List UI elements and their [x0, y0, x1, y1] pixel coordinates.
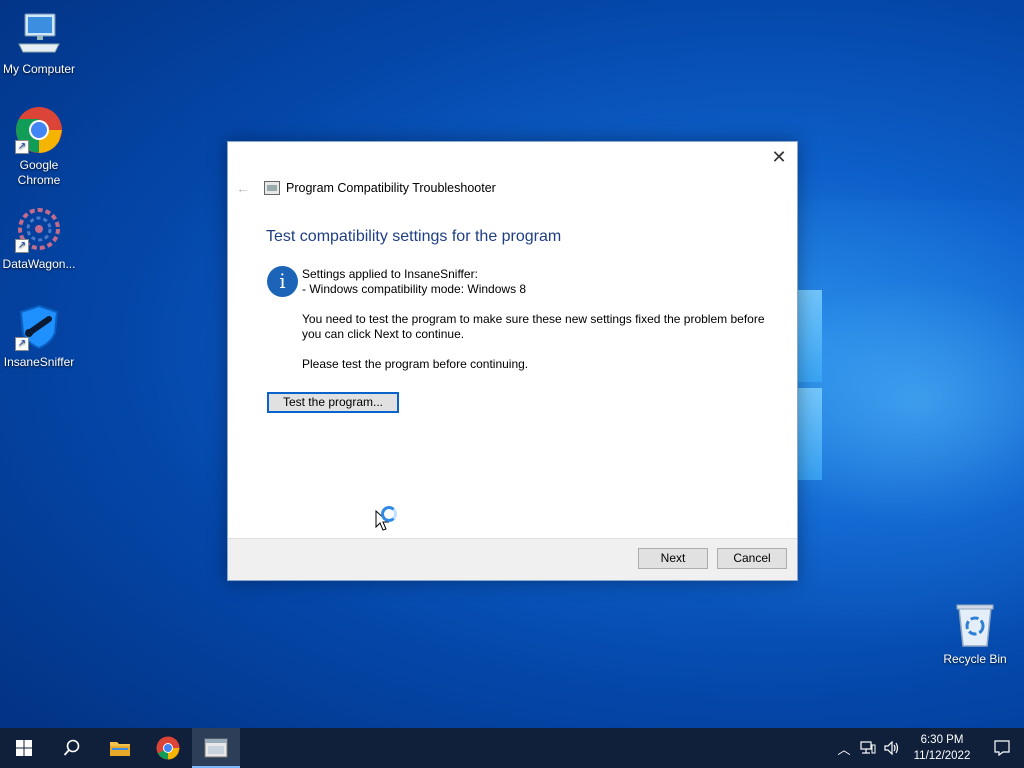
taskbar: ︿ 6:30 PM 11/12/2022	[0, 728, 1024, 768]
compat-mode-text: - Windows compatibility mode: Windows 8	[302, 282, 527, 296]
system-tray: ︿ 6:30 PM 11/12/2022	[832, 728, 1024, 768]
datawagon-icon: ↗	[15, 205, 63, 253]
network-icon[interactable]	[856, 728, 880, 768]
close-button[interactable]: ✕	[767, 146, 791, 170]
back-arrow-icon[interactable]: ←	[236, 180, 254, 196]
wallpaper-logo-pane	[798, 388, 822, 480]
cancel-button[interactable]: Cancel	[717, 548, 787, 569]
dialog-app-title: Program Compatibility Troubleshooter	[286, 181, 496, 195]
recycle-bin-icon	[951, 600, 999, 648]
dialog-header: ← Program Compatibility Troubleshooter	[236, 178, 496, 198]
desktop: My Computer ↗ Google Chrome ↗ DataWagon.…	[0, 0, 1024, 728]
volume-icon[interactable]	[880, 728, 904, 768]
clock-time: 6:30 PM	[920, 734, 964, 746]
shortcut-arrow-icon: ↗	[15, 140, 29, 154]
taskbar-file-explorer[interactable]	[96, 728, 144, 768]
desktop-icon-insanesniffer[interactable]: ↗ InsaneSniffer	[0, 303, 78, 370]
clock-date: 11/12/2022	[913, 750, 971, 762]
show-hidden-icons-chevron-icon[interactable]: ︿	[832, 728, 856, 768]
next-button[interactable]: Next	[638, 548, 708, 569]
test-program-button[interactable]: Test the program...	[267, 392, 399, 413]
chrome-icon	[156, 736, 180, 760]
notification-icon	[994, 740, 1010, 756]
troubleshooter-dialog: ✕ ← Program Compatibility Troubleshooter…	[227, 141, 798, 581]
windows-logo-icon	[16, 740, 32, 756]
wallpaper-logo-pane	[798, 290, 822, 382]
need-test-text-line1: You need to test the program to make sur…	[302, 312, 765, 326]
info-icon: i	[267, 266, 298, 297]
taskbar-clock[interactable]: 6:30 PM 11/12/2022	[904, 732, 980, 764]
dialog-footer: Next Cancel	[228, 538, 797, 580]
desktop-icon-datawagon[interactable]: ↗ DataWagon...	[0, 205, 78, 272]
desktop-icon-recycle-bin[interactable]: Recycle Bin	[936, 600, 1014, 667]
desktop-icon-label: My Computer	[2, 62, 76, 76]
shortcut-arrow-icon: ↗	[15, 239, 29, 253]
taskbar-chrome[interactable]	[144, 728, 192, 768]
need-test-text-line2: you can click Next to continue.	[302, 327, 465, 341]
dialog-heading: Test compatibility settings for the prog…	[266, 228, 562, 245]
chrome-icon: ↗	[15, 106, 63, 154]
desktop-icon-google-chrome[interactable]: ↗ Google Chrome	[0, 106, 78, 188]
insanesniffer-shield-icon: ↗	[15, 303, 63, 351]
busy-spinner-icon	[381, 506, 397, 522]
search-button[interactable]	[48, 728, 96, 768]
desktop-icon-label: DataWagon...	[2, 257, 76, 271]
desktop-icon-label: Google Chrome	[17, 158, 61, 187]
desktop-icon-my-computer[interactable]: My Computer	[0, 10, 78, 77]
shortcut-arrow-icon: ↗	[15, 337, 29, 351]
action-center-button[interactable]	[980, 728, 1024, 768]
desktop-icon-label: InsaneSniffer	[3, 355, 75, 369]
computer-icon	[15, 10, 63, 58]
taskbar-troubleshooter[interactable]	[192, 728, 240, 768]
troubleshooter-icon	[204, 738, 228, 758]
folder-icon	[110, 742, 130, 756]
search-icon	[63, 739, 80, 756]
desktop-icon-label: Recycle Bin	[943, 652, 1007, 666]
troubleshooter-app-icon	[264, 181, 280, 195]
start-button[interactable]	[0, 728, 48, 768]
settings-applied-text: Settings applied to InsaneSniffer:	[302, 267, 478, 281]
please-test-text: Please test the program before continuin…	[302, 357, 529, 371]
